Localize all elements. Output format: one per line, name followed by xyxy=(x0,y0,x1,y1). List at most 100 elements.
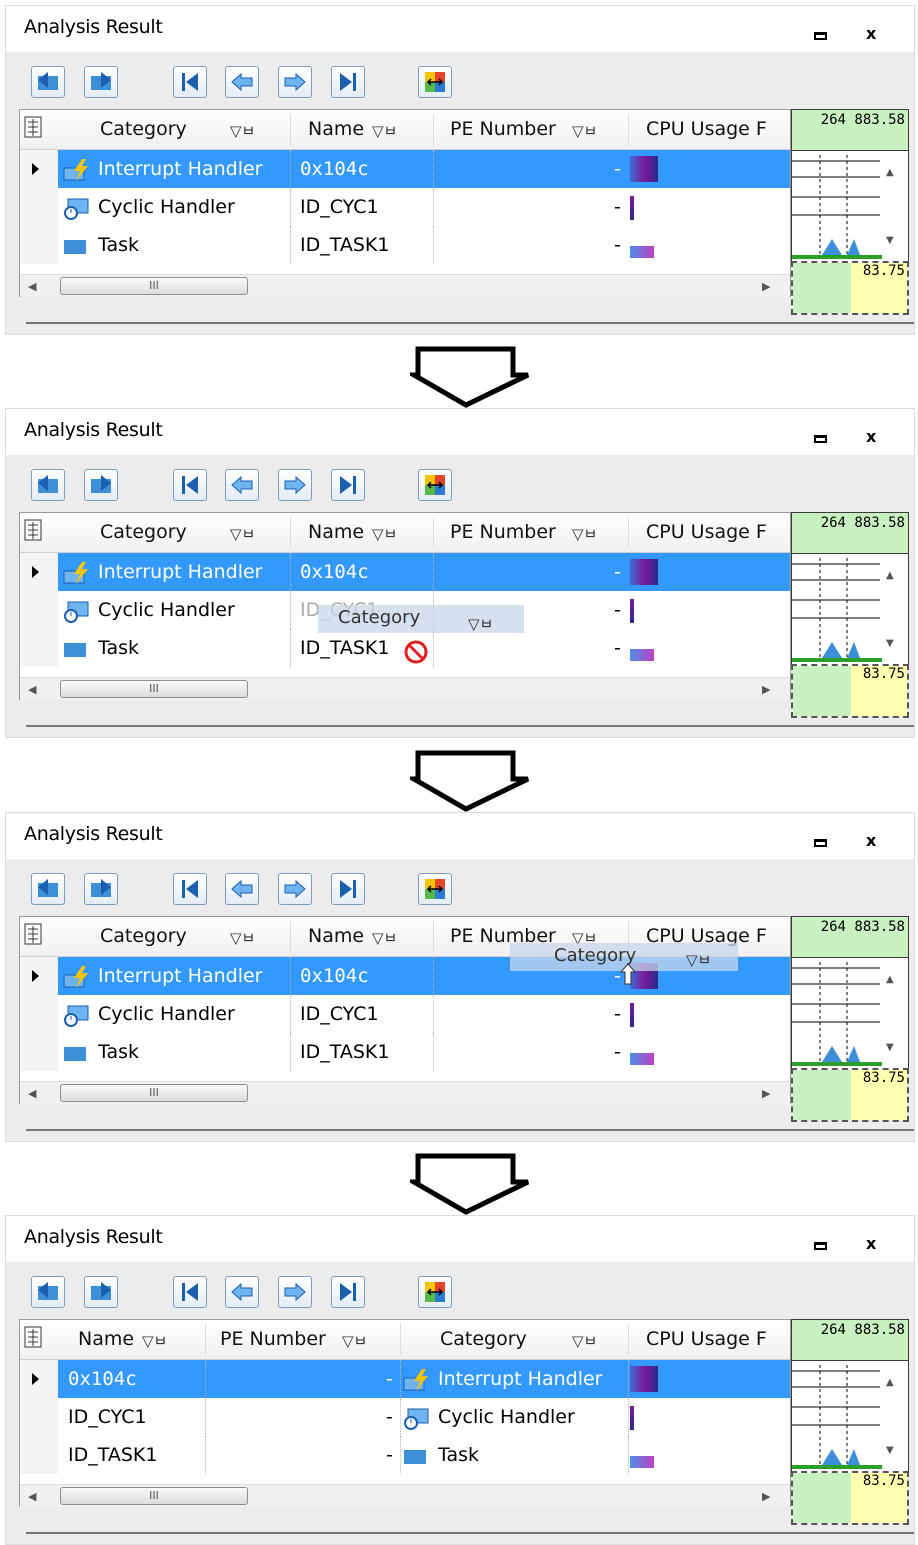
scroll-left-icon[interactable]: ◀ xyxy=(28,683,36,696)
last-button[interactable] xyxy=(331,873,365,905)
scroll-right-icon[interactable]: ▶ xyxy=(762,1490,770,1503)
last-button[interactable] xyxy=(331,66,365,98)
filter-pin-icon[interactable]: ▽ㅂ xyxy=(342,1330,367,1351)
sync-button[interactable] xyxy=(418,873,452,905)
column-header-name[interactable]: Name xyxy=(308,917,364,956)
scroll-right-icon[interactable]: ▶ xyxy=(762,683,770,696)
filter-pin-icon[interactable]: ▽ㅂ xyxy=(572,120,597,141)
table-row[interactable]: Cyclic Handler ID_CYC1 - xyxy=(20,995,790,1033)
close-button[interactable]: x xyxy=(866,1234,876,1253)
sync-button[interactable] xyxy=(418,66,452,98)
scroll-left-icon[interactable]: ◀ xyxy=(28,1087,36,1100)
scroll-thumb[interactable]: III xyxy=(60,1487,248,1505)
row-selector[interactable] xyxy=(20,1360,58,1398)
first-button[interactable] xyxy=(173,873,207,905)
filter-pin-icon[interactable]: ▽ㅂ xyxy=(572,1330,597,1351)
column-divider[interactable] xyxy=(628,1324,629,1355)
scroll-thumb[interactable]: III xyxy=(60,277,248,295)
scroll-left-icon[interactable]: ◀ xyxy=(28,1490,36,1503)
column-divider[interactable] xyxy=(290,517,291,548)
column-header-cpu-usage[interactable]: CPU Usage F xyxy=(646,110,790,149)
column-chooser-icon[interactable] xyxy=(24,923,44,947)
close-button[interactable]: x xyxy=(866,831,876,850)
column-divider[interactable] xyxy=(433,517,434,548)
overview-mini-chart[interactable]: ▲ ▼ xyxy=(791,958,909,1074)
previous-button[interactable] xyxy=(225,1276,259,1308)
sync-button[interactable] xyxy=(418,1276,452,1308)
next-button[interactable] xyxy=(278,873,312,905)
horizontal-scrollbar[interactable]: ◀ III ▶ xyxy=(20,677,790,700)
column-divider[interactable] xyxy=(628,114,629,145)
row-selector[interactable] xyxy=(20,150,58,188)
next-button[interactable] xyxy=(278,66,312,98)
row-selector[interactable] xyxy=(20,629,58,667)
horizontal-scrollbar[interactable]: ◀ III ▶ xyxy=(20,1484,790,1507)
previous-button[interactable] xyxy=(225,873,259,905)
column-divider[interactable] xyxy=(205,1324,206,1355)
column-header-category[interactable]: Category xyxy=(100,917,187,956)
row-selector[interactable] xyxy=(20,188,58,226)
previous-button[interactable] xyxy=(225,469,259,501)
last-button[interactable] xyxy=(331,1276,365,1308)
previous-button[interactable] xyxy=(225,66,259,98)
table-row[interactable]: Interrupt Handler 0x104c - xyxy=(20,150,790,188)
horizontal-scrollbar[interactable]: ◀ III ▶ xyxy=(20,1081,790,1104)
table-row[interactable]: Interrupt Handler 0x104c - xyxy=(20,553,790,591)
overview-mini-chart[interactable]: ▲ ▼ xyxy=(791,151,909,267)
filter-pin-icon[interactable]: ▽ㅂ xyxy=(372,120,397,141)
column-header-category[interactable]: Category xyxy=(440,1320,527,1359)
column-header-pe-number[interactable]: PE Number xyxy=(450,110,556,149)
close-button[interactable]: x xyxy=(866,24,876,43)
column-divider[interactable] xyxy=(433,114,434,145)
column-header-name[interactable]: Name xyxy=(78,1320,134,1359)
column-chooser-icon[interactable] xyxy=(24,116,44,140)
filter-pin-icon[interactable]: ▽ㅂ xyxy=(572,523,597,544)
next-button[interactable] xyxy=(278,1276,312,1308)
row-selector[interactable] xyxy=(20,591,58,629)
row-selector[interactable] xyxy=(20,1033,58,1071)
filter-pin-icon[interactable]: ▽ㅂ xyxy=(230,927,255,948)
scroll-thumb[interactable]: III xyxy=(60,1084,248,1102)
column-chooser-icon[interactable] xyxy=(24,1326,44,1350)
column-header-pe-number[interactable]: PE Number xyxy=(220,1320,326,1359)
row-selector[interactable] xyxy=(20,1398,58,1436)
row-selector[interactable] xyxy=(20,995,58,1033)
back-button[interactable] xyxy=(31,66,65,98)
column-divider[interactable] xyxy=(290,921,291,952)
back-button[interactable] xyxy=(31,1276,65,1308)
scroll-right-icon[interactable]: ▶ xyxy=(762,280,770,293)
minimize-icon[interactable] xyxy=(814,435,827,443)
close-button[interactable]: x xyxy=(866,427,876,446)
filter-pin-icon[interactable]: ▽ㅂ xyxy=(142,1330,167,1351)
column-header-name[interactable]: Name xyxy=(308,110,364,149)
table-row[interactable]: ID_CYC1 - Cyclic Handler xyxy=(20,1398,790,1436)
row-selector[interactable] xyxy=(20,553,58,591)
column-header-cpu-usage[interactable]: CPU Usage F xyxy=(646,513,790,552)
forward-button[interactable] xyxy=(84,1276,118,1308)
column-divider[interactable] xyxy=(290,114,291,145)
first-button[interactable] xyxy=(173,469,207,501)
scroll-thumb[interactable]: III xyxy=(60,680,248,698)
minimize-icon[interactable] xyxy=(814,839,827,847)
first-button[interactable] xyxy=(173,66,207,98)
sync-button[interactable] xyxy=(418,469,452,501)
column-divider[interactable] xyxy=(433,921,434,952)
row-selector[interactable] xyxy=(20,1436,58,1474)
back-button[interactable] xyxy=(31,873,65,905)
first-button[interactable] xyxy=(173,1276,207,1308)
column-header-category[interactable]: Category xyxy=(100,110,187,149)
filter-pin-icon[interactable]: ▽ㅂ xyxy=(372,523,397,544)
column-header-name[interactable]: Name xyxy=(308,513,364,552)
table-row[interactable]: ID_TASK1 - Task xyxy=(20,1436,790,1484)
back-button[interactable] xyxy=(31,469,65,501)
table-row[interactable]: Task ID_TASK1 - xyxy=(20,1033,790,1081)
minimize-icon[interactable] xyxy=(814,32,827,40)
forward-button[interactable] xyxy=(84,873,118,905)
next-button[interactable] xyxy=(278,469,312,501)
column-divider[interactable] xyxy=(400,1324,401,1355)
row-selector[interactable] xyxy=(20,957,58,995)
scroll-right-icon[interactable]: ▶ xyxy=(762,1087,770,1100)
column-chooser-icon[interactable] xyxy=(24,519,44,543)
row-selector[interactable] xyxy=(20,226,58,264)
column-header-pe-number[interactable]: PE Number xyxy=(450,513,556,552)
